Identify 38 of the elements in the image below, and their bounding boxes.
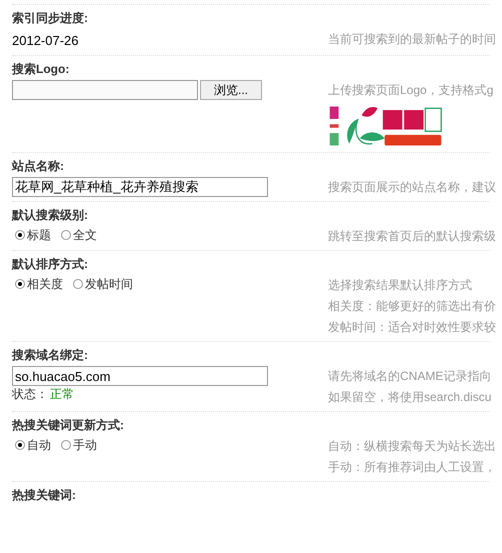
radio-button[interactable] <box>73 279 83 289</box>
radio-button[interactable] <box>61 440 71 450</box>
date-value: 2012-07-26 <box>12 32 80 50</box>
hint-text: 请先将域名的CNAME记录指向 <box>328 368 492 385</box>
radio-button[interactable] <box>15 230 25 240</box>
text-field[interactable]: 花草网_花草种植_花卉养殖搜索 <box>12 177 268 197</box>
field-label: 默认搜索级别: <box>12 207 89 224</box>
option-label: 手动 <box>73 437 97 454</box>
browse-button[interactable]: 浏览... <box>200 80 262 100</box>
field-label: 热搜关键词更新方式: <box>12 417 125 434</box>
hint-text: 上传搜索页面Logo，支持格式g <box>328 82 494 99</box>
text-field[interactable]: so.huacao5.com <box>12 366 268 386</box>
radio-button[interactable] <box>61 230 71 240</box>
hint-text: 如果留空，将使用search.discu <box>328 389 492 406</box>
hint-text: 手动：所有推荐词由人工设置， <box>328 459 496 476</box>
status-label: 状态： <box>12 386 48 402</box>
radio-button[interactable] <box>15 440 25 450</box>
hint-text: 跳转至搜索首页后的默认搜索级 <box>328 228 496 245</box>
file-path-field[interactable] <box>12 80 198 100</box>
field-label: 索引同步进度: <box>12 10 89 27</box>
radio-button[interactable] <box>15 279 25 289</box>
field-label: 热搜关键词: <box>12 487 77 504</box>
field-label: 搜索域名绑定: <box>12 347 89 364</box>
hint-text: 当前可搜索到的最新帖子的时间 <box>328 31 496 48</box>
field-label: 站点名称: <box>12 158 65 175</box>
hint-text: 搜索页面展示的站点名称，建议 <box>328 179 496 196</box>
hint-text: 发帖时间：适合对时效性要求较 <box>328 319 496 336</box>
option-label: 发帖时间 <box>85 276 133 293</box>
option-label: 自动 <box>27 437 51 454</box>
option-label: 相关度 <box>27 276 63 293</box>
option-label: 全文 <box>73 227 97 244</box>
field-label: 默认排序方式: <box>12 256 89 273</box>
status-value: 正常 <box>50 386 74 402</box>
hint-text: 选择搜索结果默认排序方式 <box>328 277 473 294</box>
field-label: 搜索Logo: <box>12 61 70 78</box>
hint-text: 自动：纵横搜索每天为站长选出 <box>328 438 496 455</box>
hint-text: 相关度：能够更好的筛选出有价 <box>328 298 496 315</box>
option-label: 标题 <box>27 227 51 244</box>
